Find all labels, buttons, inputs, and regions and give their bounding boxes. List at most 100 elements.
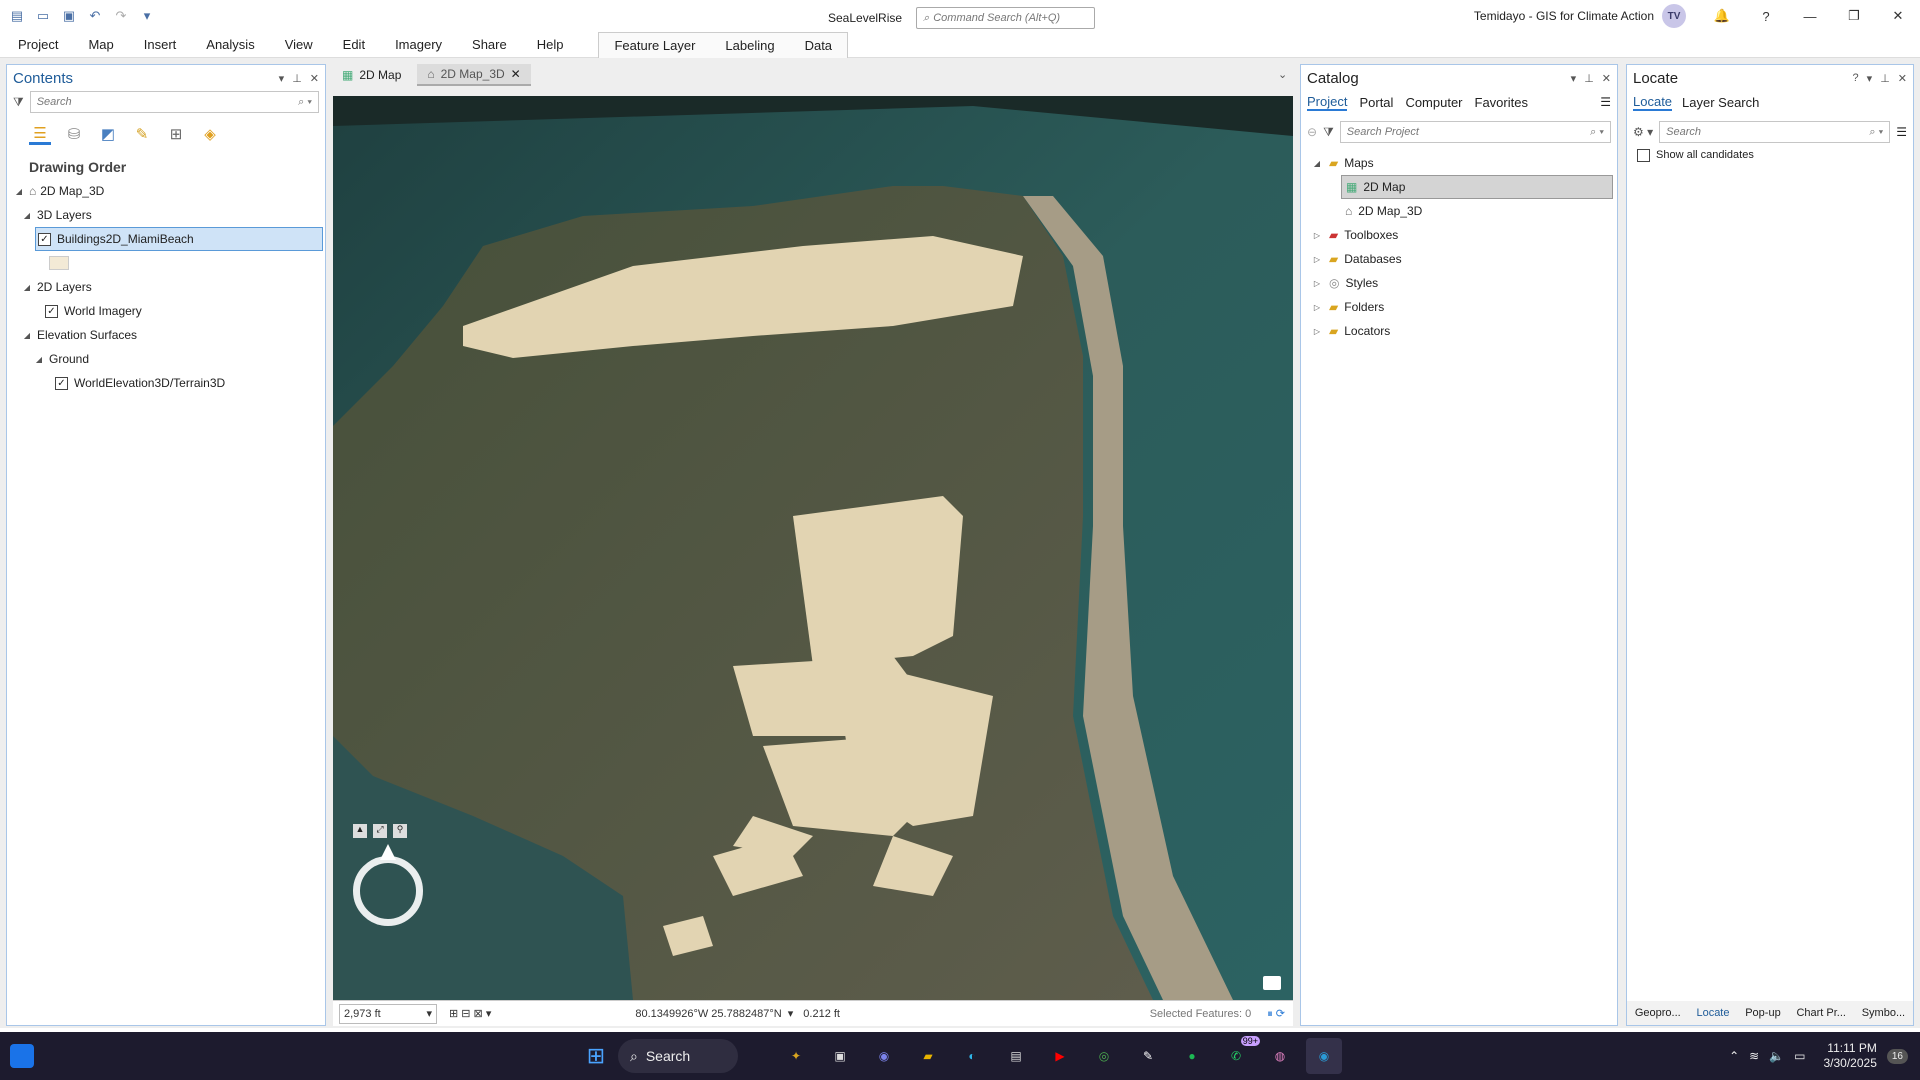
list-by-labeling-icon[interactable]: ◈	[199, 123, 221, 145]
open-folder-icon[interactable]: ▭	[32, 5, 54, 27]
chevron-down-icon[interactable]: ▾	[1571, 72, 1577, 85]
task-view-icon[interactable]: ▣	[822, 1038, 858, 1074]
locate-tab-locate[interactable]: Locate	[1633, 94, 1673, 111]
start-button[interactable]: ⊞	[578, 1038, 614, 1074]
catalog-databases[interactable]: ▷ ▰ Databases	[1301, 247, 1617, 271]
customize-qat-icon[interactable]: ▾	[136, 5, 158, 27]
tree-3d-layers[interactable]: ◢ 3D Layers	[7, 203, 325, 227]
close-icon[interactable]: ✕	[1602, 72, 1611, 85]
refresh-icon[interactable]: ⏸ ⟳	[1267, 1007, 1285, 1021]
widgets-icon[interactable]	[10, 1044, 34, 1068]
new-project-icon[interactable]: ▤	[6, 5, 28, 27]
symbol-swatch[interactable]	[49, 256, 69, 270]
imagery-visibility-checkbox[interactable]: ✓	[45, 304, 58, 318]
expand-icon[interactable]: ▷	[1311, 303, 1323, 312]
catalog-item-2d-map[interactable]: ▦ 2D Map	[1341, 175, 1613, 199]
save-icon[interactable]: ▣	[58, 5, 80, 27]
command-search-input[interactable]: ⌕ Command Search (Alt+Q)	[916, 7, 1096, 29]
tab-geoprocessing[interactable]: Geopro...	[1635, 1007, 1681, 1019]
list-by-editing-icon[interactable]: ✎	[131, 123, 153, 145]
tab-edit[interactable]: Edit	[328, 32, 380, 58]
pin-icon[interactable]: ⊥	[292, 72, 302, 85]
tree-elevation-surfaces[interactable]: ◢ Elevation Surfaces	[7, 323, 325, 347]
catalog-styles[interactable]: ▷ ◎ Styles	[1301, 271, 1617, 295]
catalog-search-input[interactable]: Search Project ⌕ ▾	[1339, 121, 1611, 143]
restore-button[interactable]: ❐	[1832, 0, 1876, 32]
scale-dropdown[interactable]: 2,973 ft ▾	[339, 1003, 437, 1024]
tab-view[interactable]: View	[270, 32, 328, 58]
app-icon[interactable]: ◍	[1262, 1038, 1298, 1074]
locate-search-input[interactable]: Search ⌕ ▾	[1659, 121, 1891, 143]
list-by-snapping-icon[interactable]: ⊞	[165, 123, 187, 145]
catalog-folders[interactable]: ▷ ▰ Folders	[1301, 295, 1617, 319]
contents-search-input[interactable]: Search ⌕ ▾	[29, 91, 319, 113]
show-all-candidates-checkbox[interactable]	[1637, 148, 1650, 162]
show-all-candidates[interactable]: Show all candidates	[1627, 143, 1913, 167]
teams-icon[interactable]: ◉	[866, 1038, 902, 1074]
collapse-icon[interactable]: ◢	[1311, 159, 1323, 168]
taskbar-search[interactable]: ⌕ Search	[618, 1039, 738, 1073]
menu-icon[interactable]: ☰	[1600, 95, 1611, 109]
minimize-button[interactable]: —	[1788, 0, 1832, 32]
tab-symbology[interactable]: Symbo...	[1862, 1007, 1905, 1019]
tab-feature-layer[interactable]: Feature Layer	[599, 33, 710, 58]
close-tab-icon[interactable]: ✕	[511, 67, 521, 81]
navigator-control[interactable]	[353, 856, 423, 926]
notification-count-badge[interactable]: 16	[1886, 1048, 1908, 1064]
help-icon[interactable]: ?	[1744, 0, 1788, 32]
expand-icon[interactable]: ▷	[1311, 279, 1323, 288]
pen-app-icon[interactable]: ✎	[1130, 1038, 1166, 1074]
edge-icon[interactable]: ◐	[954, 1038, 990, 1074]
tree-layer-terrain[interactable]: ✓ WorldElevation3D/Terrain3D	[7, 371, 325, 395]
catalog-tab-portal[interactable]: Portal	[1359, 95, 1393, 110]
menu-icon[interactable]: ☰	[1896, 125, 1907, 139]
filter-icon[interactable]: ⧩	[1323, 125, 1334, 140]
aerial-imagery[interactable]	[333, 96, 1293, 1000]
grid-icon[interactable]: ⊞ ⊟ ⊠ ▾	[449, 1007, 491, 1020]
expand-icon[interactable]: ▷	[1311, 255, 1323, 264]
catalog-maps[interactable]: ◢ ▰ Maps	[1301, 151, 1617, 175]
tab-chart-properties[interactable]: Chart Pr...	[1796, 1007, 1846, 1019]
catalog-tab-favorites[interactable]: Favorites	[1475, 95, 1528, 110]
tab-insert[interactable]: Insert	[129, 32, 192, 58]
close-icon[interactable]: ✕	[1898, 72, 1907, 85]
search-highlight-icon[interactable]: ✦	[778, 1038, 814, 1074]
locate-tab-layer-search[interactable]: Layer Search	[1682, 95, 1759, 110]
notifications-icon[interactable]: 🔔	[1700, 0, 1744, 32]
youtube-icon[interactable]: ▶	[1042, 1038, 1078, 1074]
tab-project[interactable]: Project	[0, 32, 73, 58]
search-icon[interactable]: ⌕ ▾	[1590, 126, 1604, 139]
tree-map-node[interactable]: ◢ ⌂ 2D Map_3D	[7, 179, 325, 203]
search-icon[interactable]: ⌕ ▾	[298, 96, 312, 109]
filter-icon[interactable]: ⧩	[13, 95, 24, 110]
collapse-icon[interactable]: ◢	[13, 187, 25, 196]
catalog-locators[interactable]: ▷ ▰ Locators	[1301, 319, 1617, 343]
list-by-drawing-order-icon[interactable]: ☰	[29, 123, 51, 145]
tab-help[interactable]: Help	[522, 32, 579, 58]
whatsapp-icon[interactable]: ✆ 99+	[1218, 1036, 1260, 1074]
undo-icon[interactable]: ↶	[84, 5, 106, 27]
list-by-source-icon[interactable]: ⛁	[63, 123, 85, 145]
arcgis-pro-icon[interactable]: ◉	[1306, 1038, 1342, 1074]
nav-up-icon[interactable]: ▲	[353, 824, 367, 838]
collapse-icon[interactable]: ◢	[33, 355, 45, 364]
chevron-down-icon[interactable]: ▾	[788, 1007, 794, 1020]
store-icon[interactable]: ▤	[998, 1038, 1034, 1074]
scene-view[interactable]: ▲ ⤢ ⚲	[333, 96, 1293, 1000]
tab-data[interactable]: Data	[790, 33, 847, 58]
chrome-icon[interactable]: ◎	[1086, 1038, 1122, 1074]
tab-share[interactable]: Share	[457, 32, 522, 58]
spotify-icon[interactable]: ●	[1174, 1038, 1210, 1074]
chevron-down-icon[interactable]: ▾	[279, 72, 285, 85]
search-icon[interactable]: ⌕ ▾	[1869, 126, 1883, 139]
tab-labeling[interactable]: Labeling	[710, 33, 789, 58]
tree-ground[interactable]: ◢ Ground	[7, 347, 325, 371]
help-icon[interactable]: ?	[1853, 72, 1859, 85]
tab-map[interactable]: Map	[73, 32, 128, 58]
battery-icon[interactable]: ▭	[1794, 1049, 1805, 1063]
tree-layer-imagery[interactable]: ✓ World Imagery	[7, 299, 325, 323]
expand-icon[interactable]: ▷	[1311, 231, 1323, 240]
tray-chevron-icon[interactable]: ⌃	[1729, 1049, 1739, 1063]
tab-2d-map-3d[interactable]: ⌂ 2D Map_3D ✕	[417, 64, 531, 86]
expand-icon[interactable]: ▷	[1311, 327, 1323, 336]
